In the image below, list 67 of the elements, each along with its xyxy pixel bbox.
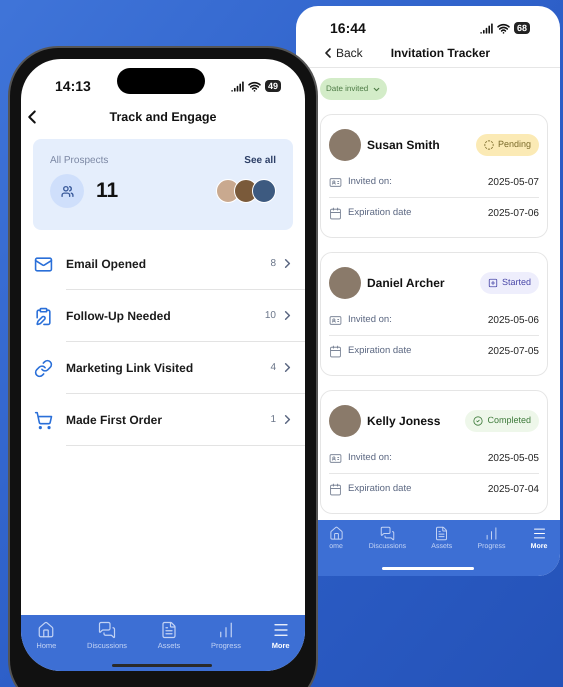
group-icon bbox=[50, 174, 84, 208]
card-label: All Prospects bbox=[50, 154, 108, 168]
field-value: 2025-05-06 bbox=[488, 314, 539, 328]
invitee-name: Susan Smith bbox=[367, 137, 440, 154]
bar-chart-icon bbox=[484, 526, 499, 541]
item-label: Follow-Up Needed bbox=[66, 308, 171, 324]
status-badge: Pending bbox=[476, 134, 539, 156]
link-icon bbox=[34, 358, 52, 378]
home-icon bbox=[37, 621, 56, 639]
item-count: 1 bbox=[270, 413, 276, 427]
list-item[interactable]: Made First Order 1 bbox=[21, 394, 305, 446]
item-label: Marketing Link Visited bbox=[66, 360, 194, 376]
menu-icon bbox=[532, 526, 547, 541]
item-count: 8 bbox=[270, 257, 276, 271]
field-value: 2025-07-04 bbox=[488, 483, 539, 497]
check-circle-icon bbox=[473, 416, 484, 426]
status-badge: Started bbox=[480, 272, 539, 294]
status-time: 14:13 bbox=[55, 76, 91, 96]
wifi-icon bbox=[496, 22, 510, 34]
field-label: Invited on: bbox=[348, 450, 392, 465]
invitee-name: Kelly Joness bbox=[367, 413, 440, 430]
calendar-icon bbox=[329, 483, 342, 496]
screen-title: Track and Engage bbox=[110, 108, 216, 126]
cart-icon bbox=[34, 410, 52, 430]
field-label: Invited on: bbox=[348, 174, 392, 189]
field-value: 2025-07-06 bbox=[488, 207, 539, 221]
signal-icon bbox=[230, 80, 244, 92]
calendar-icon bbox=[329, 207, 342, 220]
list-item[interactable]: Email Opened 8 bbox=[21, 238, 305, 290]
field-label: Invited on: bbox=[348, 312, 392, 327]
field-label: Expiration date bbox=[348, 482, 412, 496]
wifi-icon bbox=[248, 80, 261, 92]
home-icon bbox=[328, 526, 344, 541]
list-item[interactable]: Marketing Link Visited 4 bbox=[21, 342, 305, 394]
screen-title: Invitation Tracker bbox=[390, 44, 490, 62]
invitee-name: Daniel Archer bbox=[367, 275, 445, 292]
list-item[interactable]: Follow-Up Needed 10 bbox=[21, 290, 305, 342]
date-invited-filter[interactable]: Date invited bbox=[320, 78, 388, 100]
calendar-icon bbox=[329, 345, 342, 358]
item-label: Email Opened bbox=[66, 256, 146, 272]
item-label: Made First Order bbox=[66, 412, 162, 428]
id-card-icon bbox=[329, 452, 342, 464]
menu-icon bbox=[272, 621, 290, 639]
item-count: 4 bbox=[270, 361, 276, 375]
back-button[interactable]: Back bbox=[320, 44, 363, 62]
document-icon bbox=[434, 526, 450, 541]
battery-indicator: 49 bbox=[264, 80, 281, 92]
clipboard-pen-icon bbox=[34, 306, 52, 326]
field-value: 2025-05-05 bbox=[488, 452, 539, 466]
field-value: 2025-05-07 bbox=[488, 176, 539, 190]
status-time: 16:44 bbox=[330, 18, 366, 38]
id-card-icon bbox=[329, 314, 342, 326]
battery-indicator: 68 bbox=[514, 22, 530, 34]
item-count: 10 bbox=[264, 309, 276, 323]
square-plus-icon bbox=[488, 278, 498, 288]
chat-bubbles-icon bbox=[98, 621, 116, 639]
signal-icon bbox=[480, 22, 493, 34]
id-card-icon bbox=[329, 176, 342, 188]
see-all-link[interactable]: See all bbox=[244, 153, 276, 168]
field-value: 2025-07-05 bbox=[488, 345, 539, 359]
document-icon bbox=[160, 621, 178, 639]
field-label: Expiration date bbox=[348, 344, 412, 358]
envelope-icon bbox=[34, 254, 52, 274]
chat-bubbles-icon bbox=[380, 526, 395, 541]
status-badge: Completed bbox=[465, 410, 539, 432]
field-label: Expiration date bbox=[348, 206, 412, 220]
prospects-count: 11 bbox=[96, 178, 118, 204]
